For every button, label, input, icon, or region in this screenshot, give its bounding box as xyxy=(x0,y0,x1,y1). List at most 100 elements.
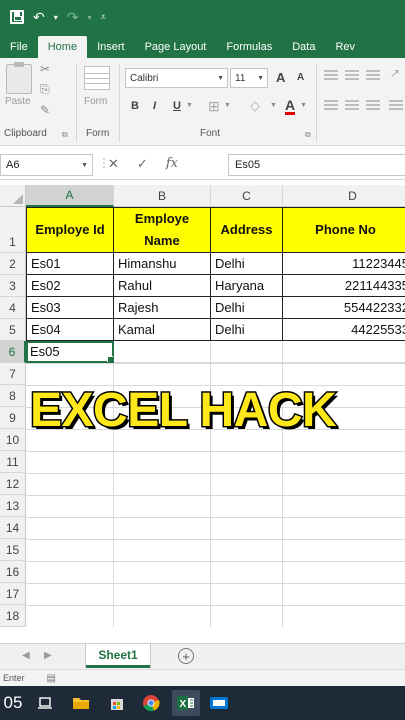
row-header[interactable]: 3 xyxy=(0,275,26,297)
copy-icon[interactable]: ⎘ xyxy=(40,82,50,97)
row-header[interactable]: 17 xyxy=(0,583,26,605)
table-cell[interactable]: 11223445 xyxy=(283,253,405,275)
table-cell[interactable]: Himanshu xyxy=(114,253,211,275)
mail-icon[interactable] xyxy=(210,694,228,712)
paste-icon[interactable] xyxy=(6,62,32,94)
row-header[interactable]: 11 xyxy=(0,451,26,473)
column-header-b[interactable]: B xyxy=(114,185,211,207)
format-painter-icon[interactable]: ✎ xyxy=(40,103,50,117)
row-header[interactable]: 14 xyxy=(0,517,26,539)
fill-color-icon[interactable]: ◇ xyxy=(250,98,260,114)
font-launcher-icon[interactable]: ⧉ xyxy=(305,130,311,140)
redo-icon[interactable]: ↷ xyxy=(67,9,79,26)
font-size-select[interactable]: 11 ▼ xyxy=(230,68,268,88)
table-cell[interactable]: Delhi xyxy=(211,253,283,275)
table-cell[interactable]: Rahul xyxy=(114,275,211,297)
tab-home[interactable]: Home xyxy=(37,36,88,58)
tab-review[interactable]: Rev xyxy=(325,41,365,58)
column-header-c[interactable]: C xyxy=(211,185,283,207)
add-sheet-icon[interactable]: + xyxy=(178,648,194,664)
row-header[interactable]: 8 xyxy=(0,385,26,407)
table-cell[interactable]: Haryana xyxy=(211,275,283,297)
table-cell[interactable] xyxy=(211,341,283,363)
align-center-icon[interactable] xyxy=(345,100,359,110)
sheet-tab-sheet1[interactable]: Sheet1 xyxy=(86,644,150,668)
row-header[interactable]: 7 xyxy=(0,363,26,385)
column-header-d[interactable]: D xyxy=(283,185,405,207)
row-header[interactable]: 4 xyxy=(0,297,26,319)
shrink-font-button[interactable]: A xyxy=(297,72,304,83)
align-middle-icon[interactable] xyxy=(345,70,359,80)
row-header[interactable]: 15 xyxy=(0,539,26,561)
row-header[interactable]: 5 xyxy=(0,319,26,341)
align-right-icon[interactable] xyxy=(366,100,380,110)
table-cell[interactable]: Es03 xyxy=(26,297,114,319)
row-header[interactable]: 12 xyxy=(0,473,26,495)
align-left-icon[interactable] xyxy=(324,100,338,110)
table-cell[interactable]: 221144335 xyxy=(283,275,405,297)
file-explorer-icon[interactable] xyxy=(72,694,90,712)
column-header-a[interactable]: A xyxy=(26,185,114,207)
paste-label[interactable]: Paste xyxy=(5,96,31,107)
font-name-select[interactable]: Calibri ▼ xyxy=(125,68,228,88)
table-cell[interactable]: 554422332 xyxy=(283,297,405,319)
align-top-icon[interactable] xyxy=(324,70,338,80)
table-cell[interactable]: Delhi xyxy=(211,319,283,341)
undo-icon[interactable]: ↶ xyxy=(33,9,45,26)
header-cell-employe-id[interactable]: Employe Id xyxy=(26,207,114,253)
row-header[interactable]: 10 xyxy=(0,429,26,451)
italic-button[interactable]: I xyxy=(153,100,156,112)
table-cell[interactable] xyxy=(114,341,211,363)
row-header[interactable]: 6 xyxy=(0,341,26,363)
excel-taskbar-icon[interactable]: X xyxy=(172,690,200,716)
row-header[interactable]: 16 xyxy=(0,561,26,583)
chevron-down-icon[interactable]: ▼ xyxy=(300,102,307,109)
row-header[interactable]: 13 xyxy=(0,495,26,517)
header-cell-phone-no[interactable]: Phone No xyxy=(283,207,405,253)
next-sheet-icon[interactable]: ▶ xyxy=(44,650,52,661)
save-icon[interactable] xyxy=(10,10,24,24)
redo-dropdown-icon[interactable]: ▾ xyxy=(87,13,91,22)
tab-formulas[interactable]: Formulas xyxy=(216,41,282,58)
task-view-icon[interactable] xyxy=(36,694,54,712)
chrome-icon[interactable] xyxy=(142,694,160,712)
header-cell-employe-name[interactable]: Employe Name xyxy=(114,207,211,253)
table-cell[interactable]: Delhi xyxy=(211,297,283,319)
select-all-button[interactable] xyxy=(0,185,26,207)
tab-page-layout[interactable]: Page Layout xyxy=(135,41,217,58)
tab-data[interactable]: Data xyxy=(282,41,325,58)
bold-button[interactable]: B xyxy=(131,100,139,112)
name-box[interactable]: A6 ▼ xyxy=(0,154,93,176)
tab-file[interactable]: File xyxy=(0,41,38,58)
header-cell-address[interactable]: Address xyxy=(211,207,283,253)
clipboard-launcher-icon[interactable]: ⧉ xyxy=(62,130,68,140)
table-cell[interactable]: Es04 xyxy=(26,319,114,341)
row-header[interactable]: 2 xyxy=(0,253,26,275)
table-cell[interactable]: Es02 xyxy=(26,275,114,297)
table-cell[interactable]: Kamal xyxy=(114,319,211,341)
decrease-indent-icon[interactable] xyxy=(389,100,403,110)
row-header[interactable]: 9 xyxy=(0,407,26,429)
chevron-down-icon[interactable]: ▼ xyxy=(270,102,277,109)
previous-sheet-icon[interactable]: ◀ xyxy=(22,650,30,661)
grow-font-button[interactable]: A xyxy=(276,70,285,85)
font-color-button[interactable]: A xyxy=(285,98,296,115)
form-icon[interactable] xyxy=(84,66,110,90)
table-cell[interactable]: Es01 xyxy=(26,253,114,275)
undo-dropdown-icon[interactable]: ▾ xyxy=(54,13,58,22)
row-header[interactable]: 1 xyxy=(0,207,26,253)
insert-function-icon[interactable]: fx xyxy=(166,156,178,172)
tab-insert[interactable]: Insert xyxy=(87,41,135,58)
chevron-down-icon[interactable]: ▼ xyxy=(186,102,193,109)
table-cell[interactable]: Rajesh xyxy=(114,297,211,319)
cancel-icon[interactable]: ✕ xyxy=(108,156,119,172)
customize-toolbar-icon[interactable]: ⩡ xyxy=(101,12,107,23)
table-cell[interactable]: 44225533 xyxy=(283,319,405,341)
align-bottom-icon[interactable] xyxy=(366,70,380,80)
orientation-icon[interactable]: ↗ xyxy=(390,66,400,80)
cut-icon[interactable]: ✂ xyxy=(40,62,50,76)
form-button-label[interactable]: Form xyxy=(84,96,107,107)
row-header[interactable]: 18 xyxy=(0,605,26,627)
enter-icon[interactable]: ✓ xyxy=(137,156,148,172)
underline-button[interactable]: U xyxy=(173,100,181,112)
